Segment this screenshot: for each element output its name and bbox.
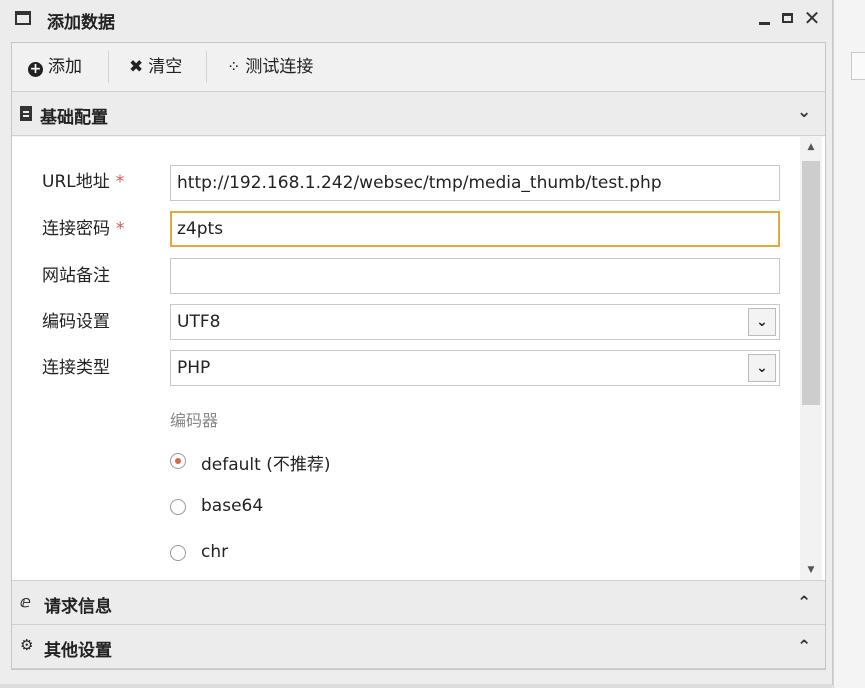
background-scrollbar xyxy=(851,52,865,80)
connection-type-value: PHP xyxy=(177,358,211,378)
plus-circle-icon: + xyxy=(28,61,43,77)
test-connection-label: 测试连接 xyxy=(245,57,314,77)
toolbar-divider xyxy=(108,51,109,83)
minimize-icon[interactable] xyxy=(755,7,775,29)
section-label-basic: 基础配置 xyxy=(40,108,108,128)
spinner-icon: ⁘ xyxy=(227,57,241,76)
radio-button[interactable] xyxy=(170,545,186,561)
background-window-edge xyxy=(833,0,865,688)
section-label-request: 请求信息 xyxy=(44,597,112,617)
clear-button-label: 清空 xyxy=(148,57,183,77)
encoding-label: 编码设置 xyxy=(42,312,110,332)
scrollbar-thumb[interactable] xyxy=(802,161,820,405)
times-icon: ✖ xyxy=(129,57,144,77)
clear-button[interactable]: ✖ 清空 xyxy=(129,54,182,80)
url-input[interactable] xyxy=(170,165,780,201)
radio-button[interactable] xyxy=(170,453,186,469)
radio-label: base64 xyxy=(201,496,264,516)
add-data-window: 添加数据 ✕ + 添加 ✖ 清空 ⁘ 测试连接 基础配置 ⌄ URL地址 * h… xyxy=(0,0,833,685)
radio-label: chr xyxy=(201,542,229,562)
scroll-down-icon[interactable]: ▼ xyxy=(800,560,822,580)
file-icon xyxy=(20,106,32,121)
required-mark: * xyxy=(115,172,125,192)
password-input[interactable] xyxy=(170,211,780,247)
section-header-basic[interactable]: 基础配置 ⌄ xyxy=(12,92,825,136)
chevron-up-icon[interactable]: ⌃ xyxy=(797,637,811,657)
chevron-down-icon[interactable]: ⌄ xyxy=(748,308,776,336)
encoding-select[interactable]: UTF8 ⌄ xyxy=(170,304,780,340)
maximize-icon[interactable] xyxy=(779,7,799,29)
test-connection-button[interactable]: ⁘ 测试连接 xyxy=(227,54,313,80)
password-label: 连接密码 * xyxy=(42,219,125,239)
scroll-up-icon[interactable]: ▲ xyxy=(800,137,822,157)
window-bottom-edge xyxy=(0,684,832,688)
required-mark: * xyxy=(116,219,125,239)
section-label-other: 其他设置 xyxy=(44,641,112,661)
encoder-label: 编码器 xyxy=(170,411,219,430)
section-header-request[interactable]: ⅇ 请求信息 ⌃ xyxy=(12,580,825,625)
chevron-down-icon[interactable]: ⌄ xyxy=(797,102,811,122)
radio-button[interactable] xyxy=(170,499,186,515)
window-titlebar[interactable]: 添加数据 ✕ xyxy=(0,0,832,38)
window-icon xyxy=(15,11,31,25)
encoding-value: UTF8 xyxy=(177,312,221,332)
add-button-label: 添加 xyxy=(48,57,82,77)
chevron-down-icon[interactable]: ⌄ xyxy=(748,354,776,382)
note-input[interactable] xyxy=(170,258,780,294)
close-icon[interactable]: ✕ xyxy=(802,7,822,29)
gears-icon: ⚙ xyxy=(20,636,34,654)
chevron-up-icon[interactable]: ⌃ xyxy=(797,593,811,613)
dialog-panel: + 添加 ✖清空 ⁘测试连接 基础配置 ⌄ URL地址* 连接密码* 网站备注 编… xyxy=(11,42,826,670)
section-header-other[interactable]: ⚙ 其他设置 ⌃ xyxy=(12,625,825,669)
basic-config-body: URL地址* 连接密码* 网站备注 编码设置 UTF8 ⌄ 连接类型 PHP ⌄… xyxy=(12,137,825,580)
note-label: 网站备注 xyxy=(42,266,110,286)
toolbar: + 添加 ✖ 清空 ⁘ 测试连接 xyxy=(12,43,825,92)
ie-icon: ⅇ xyxy=(20,592,31,611)
connection-type-label: 连接类型 xyxy=(42,358,110,378)
url-label: URL地址 * xyxy=(42,172,125,192)
radio-label: default (不推荐) xyxy=(201,455,331,475)
toolbar-divider xyxy=(206,51,207,83)
connection-type-select[interactable]: PHP ⌄ xyxy=(170,350,780,386)
add-button[interactable]: + 添加 xyxy=(28,54,82,80)
vertical-scrollbar[interactable]: ▲ ▼ xyxy=(800,137,822,580)
window-title: 添加数据 xyxy=(47,13,115,33)
